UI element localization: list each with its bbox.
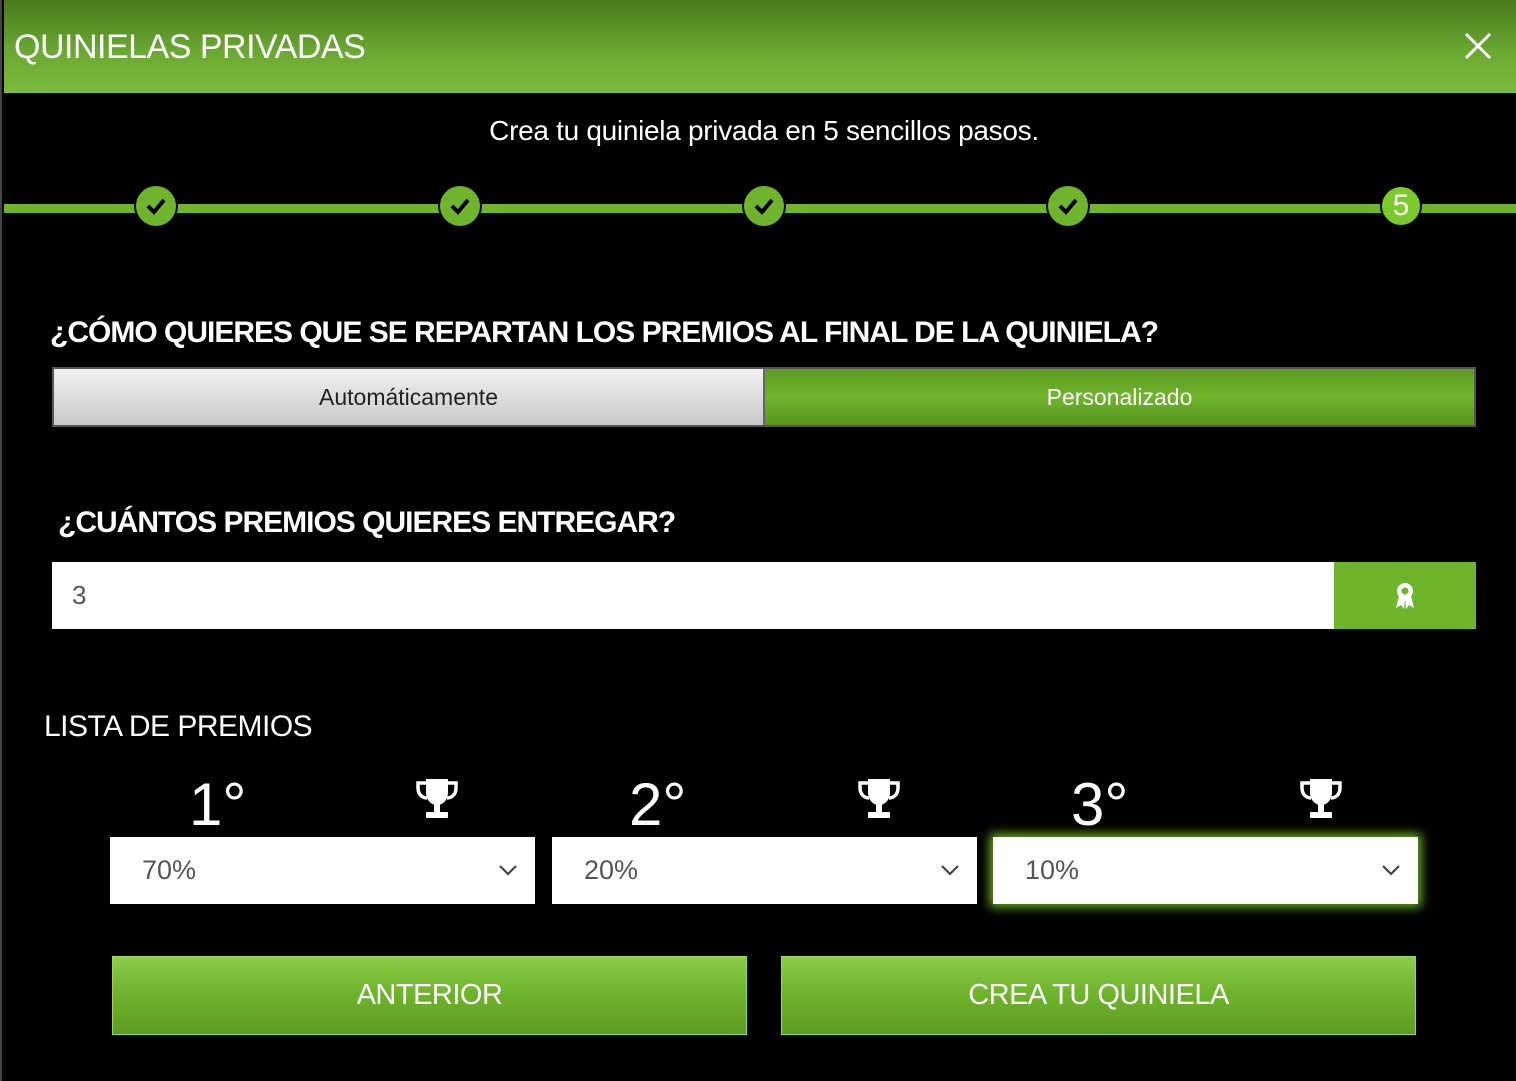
close-icon bbox=[1464, 32, 1492, 60]
back-button[interactable]: ANTERIOR bbox=[112, 956, 747, 1035]
check-icon bbox=[146, 198, 166, 215]
step-2-completed bbox=[438, 184, 482, 228]
prize-1-value: 70% bbox=[142, 855, 197, 885]
prize-count-question: ¿CUÁNTOS PREMIOS QUIERES ENTREGAR? bbox=[58, 506, 676, 539]
option-automatic[interactable]: Automáticamente bbox=[54, 369, 765, 425]
chevron-down-icon bbox=[1382, 865, 1400, 876]
prize-1-select[interactable]: 70% bbox=[110, 837, 535, 904]
prize-count-button[interactable] bbox=[1334, 562, 1476, 629]
create-pool-button[interactable]: CREA TU QUINIELA bbox=[781, 956, 1416, 1035]
step-5-current: 5 bbox=[1380, 185, 1422, 227]
subtitle: Crea tu quiniela privada en 5 sencillos … bbox=[489, 115, 1039, 146]
step-4-completed bbox=[1046, 184, 1090, 228]
prize-2-value: 20% bbox=[584, 855, 639, 885]
progress-stepper: 5 bbox=[4, 180, 1516, 236]
chevron-down-icon bbox=[941, 865, 959, 876]
trophy-icon bbox=[416, 779, 458, 818]
step-3-completed bbox=[742, 184, 786, 228]
award-ribbon-icon bbox=[1396, 582, 1414, 609]
prize-place-3: 3° bbox=[1071, 771, 1129, 838]
trophy-icon bbox=[1300, 779, 1342, 818]
option-custom[interactable]: Personalizado bbox=[765, 369, 1474, 425]
distribution-toggle: Automáticamente Personalizado bbox=[52, 367, 1476, 427]
chevron-down-icon bbox=[499, 865, 517, 876]
step-1-completed bbox=[134, 184, 178, 228]
prize-2-select[interactable]: 20% bbox=[552, 837, 977, 904]
prize-3-value: 10% bbox=[1025, 855, 1080, 885]
check-icon bbox=[1058, 198, 1078, 215]
close-button[interactable] bbox=[1462, 30, 1494, 62]
check-icon bbox=[450, 198, 470, 215]
check-icon bbox=[754, 198, 774, 215]
prize-place-1: 1° bbox=[189, 771, 247, 838]
modal-title: QUINIELAS PRIVADAS bbox=[14, 28, 366, 66]
prize-3-select[interactable]: 10% bbox=[993, 837, 1418, 904]
prize-count-input[interactable] bbox=[52, 562, 1334, 629]
prize-list-title: LISTA DE PREMIOS bbox=[44, 710, 313, 743]
modal-header: QUINIELAS PRIVADAS bbox=[4, 0, 1516, 93]
prize-place-2: 2° bbox=[629, 771, 687, 838]
trophy-icon bbox=[858, 779, 900, 818]
private-pools-modal: QUINIELAS PRIVADAS Crea tu quiniela priv… bbox=[0, 0, 1516, 1081]
distribution-question: ¿CÓMO QUIERES QUE SE REPARTAN LOS PREMIO… bbox=[50, 316, 1159, 349]
